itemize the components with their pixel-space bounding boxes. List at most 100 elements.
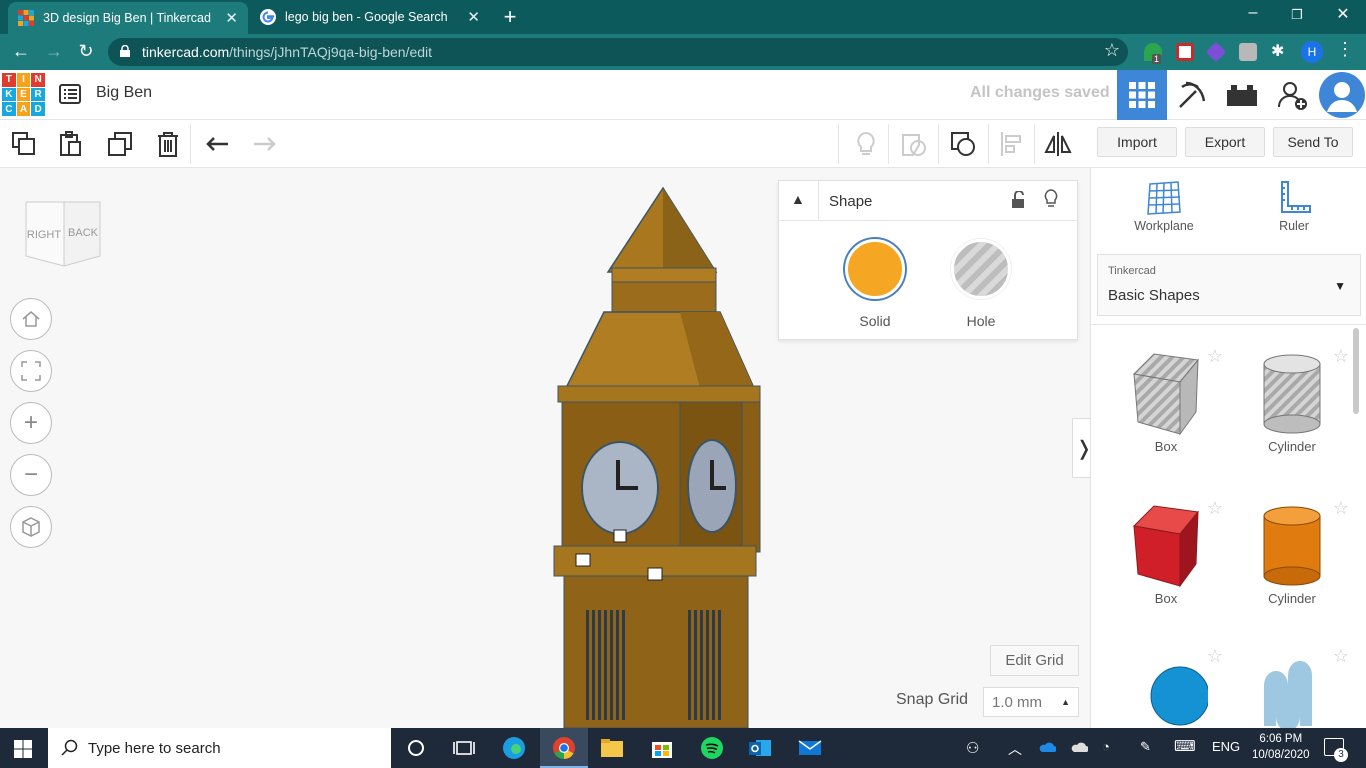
workplane-tool[interactable]: Workplane xyxy=(1119,180,1209,233)
store-icon[interactable] xyxy=(650,736,674,760)
favorite-star-icon[interactable]: ☆ xyxy=(1207,346,1223,367)
system-clock[interactable]: 6:06 PM 10/08/2020 xyxy=(1252,731,1310,763)
chrome-menu-icon[interactable]: ⋮ xyxy=(1336,39,1354,59)
viewcube-back-face[interactable]: BACK xyxy=(68,227,99,239)
group-button[interactable] xyxy=(900,130,928,158)
shape-box-hole[interactable]: ☆ Box xyxy=(1111,346,1223,454)
ruler-tool[interactable]: Ruler xyxy=(1249,180,1339,233)
workplane-icon xyxy=(1147,181,1181,215)
fit-view-button[interactable] xyxy=(10,350,52,392)
lightbulb-icon[interactable] xyxy=(1044,189,1058,209)
file-explorer-icon[interactable] xyxy=(600,736,624,760)
tab-close-icon[interactable]: ✕ xyxy=(467,8,480,26)
mirror-button[interactable] xyxy=(1044,130,1072,158)
tab-close-icon[interactable]: ✕ xyxy=(225,9,238,27)
home-view-button[interactable] xyxy=(10,298,52,340)
solid-option[interactable]: Solid xyxy=(835,239,915,329)
task-view-icon[interactable] xyxy=(452,736,476,760)
add-user-button[interactable] xyxy=(1267,70,1317,120)
user-avatar[interactable] xyxy=(1317,70,1366,120)
send-to-button[interactable]: Send To xyxy=(1273,127,1353,157)
new-tab-button[interactable]: + xyxy=(500,4,520,30)
redo-button[interactable] xyxy=(250,130,278,158)
solid-swatch[interactable] xyxy=(845,239,905,299)
big-ben-model[interactable] xyxy=(540,180,780,728)
hole-swatch[interactable] xyxy=(951,239,1011,299)
language-indicator[interactable]: ENG xyxy=(1212,739,1240,754)
onedrive-icon[interactable] xyxy=(1038,741,1056,753)
duplicate-button[interactable] xyxy=(106,130,134,158)
shape-library-select[interactable]: Tinkercad Basic Shapes ▼ xyxy=(1097,254,1361,316)
bricks-button[interactable] xyxy=(1217,70,1267,120)
close-window-button[interactable]: ✕ xyxy=(1328,4,1358,24)
copy-button[interactable] xyxy=(10,130,38,158)
people-icon[interactable]: ⚇ xyxy=(966,739,979,757)
codeblocks-button[interactable] xyxy=(1167,70,1217,120)
shape-box-solid[interactable]: ☆ Box xyxy=(1111,498,1223,606)
align-button[interactable] xyxy=(998,130,1026,158)
hole-option[interactable]: Hole xyxy=(941,239,1021,329)
wifi-icon[interactable]: ◔ xyxy=(1102,739,1110,754)
forward-icon[interactable]: → xyxy=(43,41,65,62)
taskbar-search[interactable]: Type here to search xyxy=(48,728,391,768)
zoom-out-button[interactable]: − xyxy=(10,454,52,496)
box-hole-icon xyxy=(1132,353,1199,436)
design-title[interactable]: Big Ben xyxy=(96,84,152,102)
shape-scribble[interactable]: ☆ xyxy=(1237,646,1349,731)
unlock-icon[interactable] xyxy=(1011,191,1025,209)
tinkercad-logo[interactable]: T I N K E R C A D xyxy=(2,73,45,116)
cloud-icon[interactable] xyxy=(1070,741,1088,753)
puzzle-extensions-icon[interactable]: ✱ xyxy=(1271,41,1289,60)
zoom-in-button[interactable]: + xyxy=(10,402,52,444)
design-menu-icon[interactable] xyxy=(59,84,81,104)
shape-cylinder-hole[interactable]: ☆ Cylinder xyxy=(1237,346,1349,454)
ungroup-button[interactable] xyxy=(950,130,978,158)
profile-avatar[interactable]: H xyxy=(1301,41,1323,63)
favorite-star-icon[interactable]: ☆ xyxy=(1333,346,1349,367)
shape-cylinder-solid[interactable]: ☆ Cylinder xyxy=(1237,498,1349,606)
tab-tinkercad[interactable]: 3D design Big Ben | Tinkercad ✕ xyxy=(8,2,248,34)
undo-button[interactable] xyxy=(204,130,232,158)
import-button[interactable]: Import xyxy=(1097,127,1177,157)
favorite-star-icon[interactable]: ☆ xyxy=(1207,646,1223,667)
tab-google-search[interactable]: lego big ben - Google Search ✕ xyxy=(250,0,490,34)
back-icon[interactable]: ← xyxy=(10,41,32,62)
url-path: /things/jJhnTAQj9qa-big-ben/edit xyxy=(229,44,433,60)
edge-icon[interactable] xyxy=(502,736,526,760)
r-extension-icon[interactable] xyxy=(1239,43,1257,61)
export-button[interactable]: Export xyxy=(1185,127,1265,157)
tray-expand-icon[interactable]: ︿ xyxy=(1008,739,1022,759)
minimize-button[interactable]: – xyxy=(1238,4,1268,22)
keyboard-icon[interactable]: ⌨ xyxy=(1174,737,1196,755)
3d-view-button[interactable] xyxy=(1117,70,1167,120)
windows-start-icon[interactable] xyxy=(14,740,32,758)
show-all-button[interactable] xyxy=(852,130,880,158)
viewcube-right-face[interactable]: RIGHT xyxy=(27,229,62,241)
gem-extension-icon[interactable] xyxy=(1205,41,1227,63)
perspective-button[interactable] xyxy=(10,506,52,548)
outlook-icon[interactable] xyxy=(748,736,772,760)
hole-label: Hole xyxy=(966,313,996,329)
paste-button[interactable] xyxy=(57,130,85,158)
mail-icon[interactable] xyxy=(798,736,822,760)
snap-grid-select[interactable]: 1.0 mm ▲ xyxy=(983,687,1079,717)
chrome-taskbar-button[interactable] xyxy=(540,728,588,768)
favorite-star-icon[interactable]: ☆ xyxy=(1333,646,1349,667)
favorite-star-icon[interactable]: ☆ xyxy=(1207,498,1223,519)
reload-icon[interactable]: ↻ xyxy=(75,41,97,62)
delete-button[interactable] xyxy=(154,130,182,158)
shape-sphere[interactable]: ☆ xyxy=(1111,646,1223,731)
panel-scrollbar[interactable] xyxy=(1353,328,1359,414)
snap-grid-label: Snap Grid xyxy=(896,691,969,708)
collapse-up-icon[interactable]: ▲ xyxy=(791,191,805,207)
pen-icon[interactable]: ✎ xyxy=(1140,739,1151,755)
bookmark-star-icon[interactable]: ☆ xyxy=(1104,40,1120,61)
pocket-extension-icon[interactable] xyxy=(1176,43,1194,61)
restore-button[interactable]: ❐ xyxy=(1282,7,1312,23)
edit-grid-button[interactable]: Edit Grid xyxy=(990,645,1079,676)
favorite-star-icon[interactable]: ☆ xyxy=(1333,498,1349,519)
spotify-icon[interactable] xyxy=(700,736,724,760)
view-cube[interactable]: RIGHT BACK xyxy=(24,200,104,272)
url-field[interactable]: tinkercad.com/things/jJhnTAQj9qa-big-ben… xyxy=(108,38,1128,66)
cortana-icon[interactable] xyxy=(404,736,428,760)
